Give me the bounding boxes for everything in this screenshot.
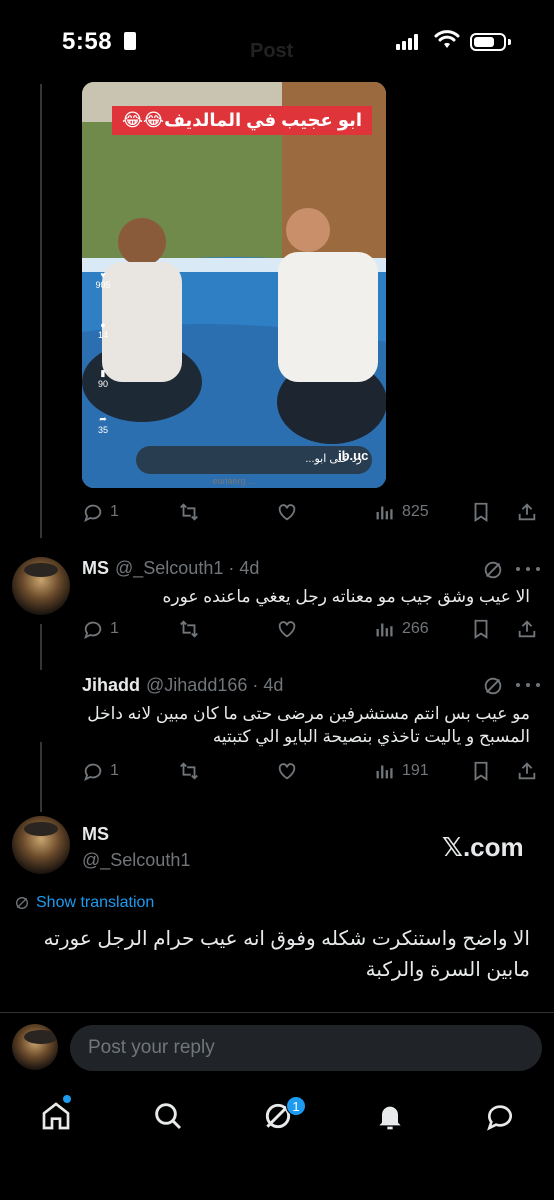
share-button[interactable] [516,497,538,527]
status-bar: 5:58 Post [0,0,554,84]
tweet-time: 4d [263,675,284,695]
reply-button[interactable]: 1 [82,614,119,644]
nav-search[interactable] [152,1100,184,1132]
tweet-text: مو عيب بس انتم مستشرفين مرضى حتى ما كان … [87,704,530,746]
video-shares[interactable]: ➦ 35 [88,414,118,435]
share-button[interactable] [516,614,538,644]
tweet-actions: 1 825 [82,497,542,527]
home-notification-dot [63,1095,71,1103]
like-icon [278,504,296,521]
more-icon[interactable] [516,567,540,573]
main-tweet-text: الا واضح واستنكرت شكله وفوق انه عيب حرام… [43,928,530,981]
x-watermark: 𝕏.com [442,832,524,862]
views-button[interactable]: 191 [374,756,429,786]
thread-line [40,742,42,812]
wifi-icon [434,30,460,48]
reply-icon [84,504,102,523]
views-button[interactable]: 266 [374,614,429,644]
views-button[interactable]: 825 [374,497,429,527]
reply-icon [84,621,102,640]
video-reply-prompt: رد على ابو... [136,446,372,474]
avatar [12,1024,58,1070]
battery-icon [470,33,506,51]
like-icon [278,763,296,780]
bookmark-icon [474,619,488,639]
author-handle[interactable]: @Jihadd166 [146,675,247,695]
thread-line [40,84,42,538]
nav-notifications[interactable] [374,1100,406,1132]
bottom-nav [0,1080,554,1200]
bookmark-icon [474,761,488,781]
nav-home[interactable] [40,1100,72,1132]
grok-icon [16,897,28,909]
more-icon[interactable] [516,683,540,689]
bookmark-button[interactable] [470,614,492,644]
like-icon [278,621,296,638]
sim-icon [124,32,136,50]
author-name[interactable]: MS [82,558,109,578]
author-handle[interactable]: @_Selcouth1 [115,558,223,578]
page-title: Post [250,40,294,62]
show-translation-link[interactable]: Show translation [14,894,154,912]
tweet-header: Jihadd @Jihadd166 · 4d [82,675,284,695]
share-icon [518,503,536,521]
video-caption: ابو عجيب في المالديف😂😂 [112,106,373,135]
avatar[interactable] [12,816,70,874]
tweet-text: الا عيب وشق جيب مو معناته رجل يعغي ماعند… [162,587,530,606]
thread-line [40,624,42,670]
share-icon [518,620,536,638]
tweet-video[interactable]: ابو عجيب في المالديف😂😂 ♥ 905 ● 14 ▮ 90 ➦ 35 … [82,82,386,488]
bookmark-icon [474,502,488,522]
retweet-button[interactable] [178,497,200,527]
nav-messages[interactable] [484,1100,516,1132]
divider [0,1012,554,1013]
share-button[interactable] [516,756,538,786]
show-translation-label: Show translation [36,894,155,911]
views-icon [376,765,393,779]
notification-badge: 1 [286,1096,306,1116]
tweet-time: 4d [239,558,260,578]
retweet-button[interactable] [178,614,200,644]
like-button[interactable] [276,497,298,527]
tweet-actions: 1 191 [82,756,542,786]
reply-button[interactable]: 1 [82,756,119,786]
search-icon [155,1103,182,1130]
battery-tip [508,39,511,45]
grok-icon[interactable] [482,559,504,581]
video-saves[interactable]: ▮ 90 [88,368,118,389]
reply-input[interactable]: Post your reply [70,1025,542,1071]
messages-icon [487,1105,512,1131]
tweet-actions: 1 266 [82,614,542,644]
reply-icon [84,763,102,782]
video-footer: eurlaerg ... [212,476,256,486]
retweet-button[interactable] [178,756,200,786]
retweet-icon [180,762,198,780]
author-name[interactable]: Jihadd [82,675,140,695]
bookmark-button[interactable] [470,497,492,527]
reply-button[interactable]: 1 [82,497,119,527]
views-icon [376,623,393,637]
video-watermark: ib.uc [338,448,369,463]
avatar[interactable] [12,557,70,615]
bookmark-button[interactable] [470,756,492,786]
status-time: 5:58 [62,28,113,55]
like-button[interactable] [276,614,298,644]
video-comments[interactable]: ● 14 [88,320,118,340]
home-icon [42,1102,70,1130]
video-frame [82,82,386,488]
views-icon [376,506,393,520]
notifications-icon [379,1106,401,1130]
tweet-header: MS @_Selcouth1 · 4d [82,558,260,578]
like-button[interactable] [276,756,298,786]
author-handle[interactable]: @_Selcouth1 [82,850,190,871]
video-likes[interactable]: ♥ 905 [88,270,118,290]
share-icon [518,762,536,780]
retweet-icon [180,620,198,638]
grok-icon[interactable] [482,675,504,697]
author-name[interactable]: MS [82,824,109,845]
cellular-signal-icon [396,34,420,50]
retweet-icon [180,503,198,521]
